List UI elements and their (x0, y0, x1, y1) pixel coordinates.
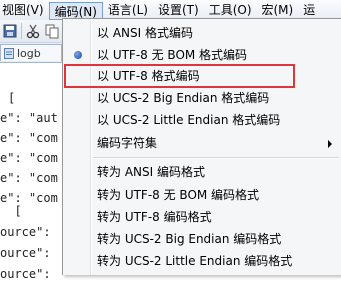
code-line: [ (8, 91, 16, 105)
convert-utf8-item[interactable]: 转为 UTF-8 编码格式 (65, 206, 340, 228)
menu-encoding[interactable]: 编码(N) (48, 1, 103, 20)
menu-settings[interactable]: 设置(T) (153, 1, 204, 19)
encode-ucs2-le-item[interactable]: 以 UCS-2 Little Endian 格式编码 (65, 109, 340, 131)
encode-utf8-no-bom-item[interactable]: 以 UTF-8 无 BOM 格式编码 (65, 44, 340, 66)
convert-ucs2-le-item[interactable]: 转为 UCS-2 Little Endian 编码格式 (65, 250, 340, 272)
charset-submenu-item[interactable]: 编码字符集 (65, 132, 340, 154)
menu-tools[interactable]: 工具(O) (204, 1, 257, 19)
code-line: ource": (0, 225, 51, 239)
tab-logb[interactable]: logb (0, 44, 62, 61)
radio-selected-icon (74, 51, 82, 59)
submenu-arrow-icon (328, 140, 332, 148)
cut-icon[interactable] (25, 23, 41, 39)
menu-language[interactable]: 语言(L) (103, 1, 153, 19)
encode-ucs2-be-item[interactable]: 以 UCS-2 Big Endian 格式编码 (65, 87, 340, 109)
encode-utf8-item[interactable]: 以 UTF-8 格式编码 (64, 64, 295, 88)
menu-view[interactable]: 视图(V) (0, 1, 49, 19)
file-icon (4, 48, 14, 59)
code-line: ource": (0, 267, 51, 281)
encode-ansi-item[interactable]: 以 ANSI 格式编码 (65, 22, 340, 44)
code-line: ource": (0, 246, 51, 260)
code-line: [ (0, 204, 22, 218)
menu-run[interactable]: 运 (298, 1, 320, 19)
convert-ansi-item[interactable]: 转为 ANSI 编码格式 (65, 161, 340, 183)
convert-utf8-no-bom-item[interactable]: 转为 UTF-8 无 BOM 编码格式 (65, 184, 340, 206)
convert-ucs2-be-item[interactable]: 转为 UCS-2 Big Endian 编码格式 (65, 228, 340, 250)
copy-icon[interactable] (44, 23, 60, 39)
code-line: e": "aut (0, 111, 58, 125)
tab-label: logb (17, 47, 41, 60)
toolbar-separator (21, 23, 22, 39)
menu-separator (93, 157, 339, 159)
menu-macro[interactable]: 宏(M) (257, 1, 299, 19)
code-line: e": "com (0, 151, 58, 165)
code-line: e": "com (0, 171, 58, 185)
encoding-menu: 以 ANSI 格式编码 以 UTF-8 无 BOM 格式编码 以 UTF-8 格… (62, 18, 341, 275)
code-line: e": "com (0, 131, 58, 145)
save-icon[interactable] (2, 23, 18, 39)
